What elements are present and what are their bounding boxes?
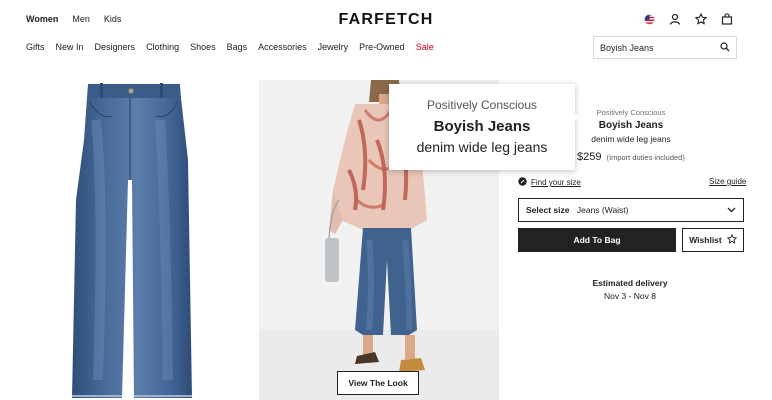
header-utilities — [642, 12, 734, 26]
fit-predictor-icon — [518, 177, 527, 188]
search-value: Boyish Jeans — [600, 42, 654, 53]
nav-pre-owned[interactable]: Pre-Owned — [359, 42, 405, 52]
nav-bags[interactable]: Bags — [227, 42, 248, 52]
product-description: denim wide leg jeans — [591, 134, 671, 144]
product-price: $259 — [577, 151, 602, 163]
tooltip-arrow — [573, 111, 579, 123]
view-the-look-button[interactable]: View The Look — [337, 371, 419, 395]
product-brand[interactable]: Boyish Jeans — [580, 120, 682, 131]
price-row: $259 (Import duties included) — [577, 151, 685, 163]
tooltip-title: Boyish Jeans — [433, 118, 531, 135]
wishlist-star-icon[interactable] — [694, 12, 708, 26]
chevron-down-icon — [727, 205, 736, 215]
delivery-dates: Nov 3 - Nov 8 — [604, 291, 656, 301]
add-to-bag-button[interactable]: Add To Bag — [518, 228, 676, 252]
tooltip-description: denim wide leg jeans — [416, 139, 548, 155]
nav-jewelry[interactable]: Jewelry — [318, 42, 349, 52]
nav-designers[interactable]: Designers — [95, 42, 136, 52]
delivery-label: Estimated delivery — [592, 278, 668, 288]
nav-clothing[interactable]: Clothing — [146, 42, 179, 52]
shopping-bag-icon[interactable] — [720, 12, 734, 26]
duties-note: (Import duties included) — [606, 153, 685, 162]
size-select[interactable]: Select size Jeans (Waist) — [518, 198, 744, 222]
star-icon — [726, 234, 737, 246]
nav-shoes[interactable]: Shoes — [190, 42, 216, 52]
size-guide-link[interactable]: Size guide — [709, 177, 746, 186]
product-image-main[interactable] — [0, 80, 252, 400]
search-input[interactable]: Boyish Jeans — [593, 36, 737, 59]
wishlist-button[interactable]: Wishlist — [682, 228, 744, 252]
us-flag-icon[interactable] — [642, 12, 656, 26]
size-type: Jeans (Waist) — [576, 205, 629, 215]
wishlist-label: Wishlist — [689, 235, 722, 245]
find-size-link[interactable]: Find your size — [518, 177, 581, 188]
nav-new-in[interactable]: New In — [56, 42, 84, 52]
product-tooltip: Positively Conscious Boyish Jeans denim … — [389, 84, 575, 170]
nav-sale[interactable]: Sale — [416, 42, 434, 52]
tooltip-brand-line: Positively Conscious — [426, 98, 538, 112]
main-nav: Gifts New In Designers Clothing Shoes Ba… — [26, 42, 434, 52]
nav-gifts[interactable]: Gifts — [26, 42, 45, 52]
find-size-label: Find your size — [531, 178, 581, 187]
estimated-delivery: Estimated delivery Nov 3 - Nov 8 — [570, 278, 690, 301]
nav-accessories[interactable]: Accessories — [258, 42, 307, 52]
account-icon[interactable] — [668, 12, 682, 26]
select-size-label: Select size — [526, 205, 570, 215]
conscious-label: Positively Conscious — [596, 108, 666, 117]
search-icon[interactable] — [720, 41, 730, 54]
